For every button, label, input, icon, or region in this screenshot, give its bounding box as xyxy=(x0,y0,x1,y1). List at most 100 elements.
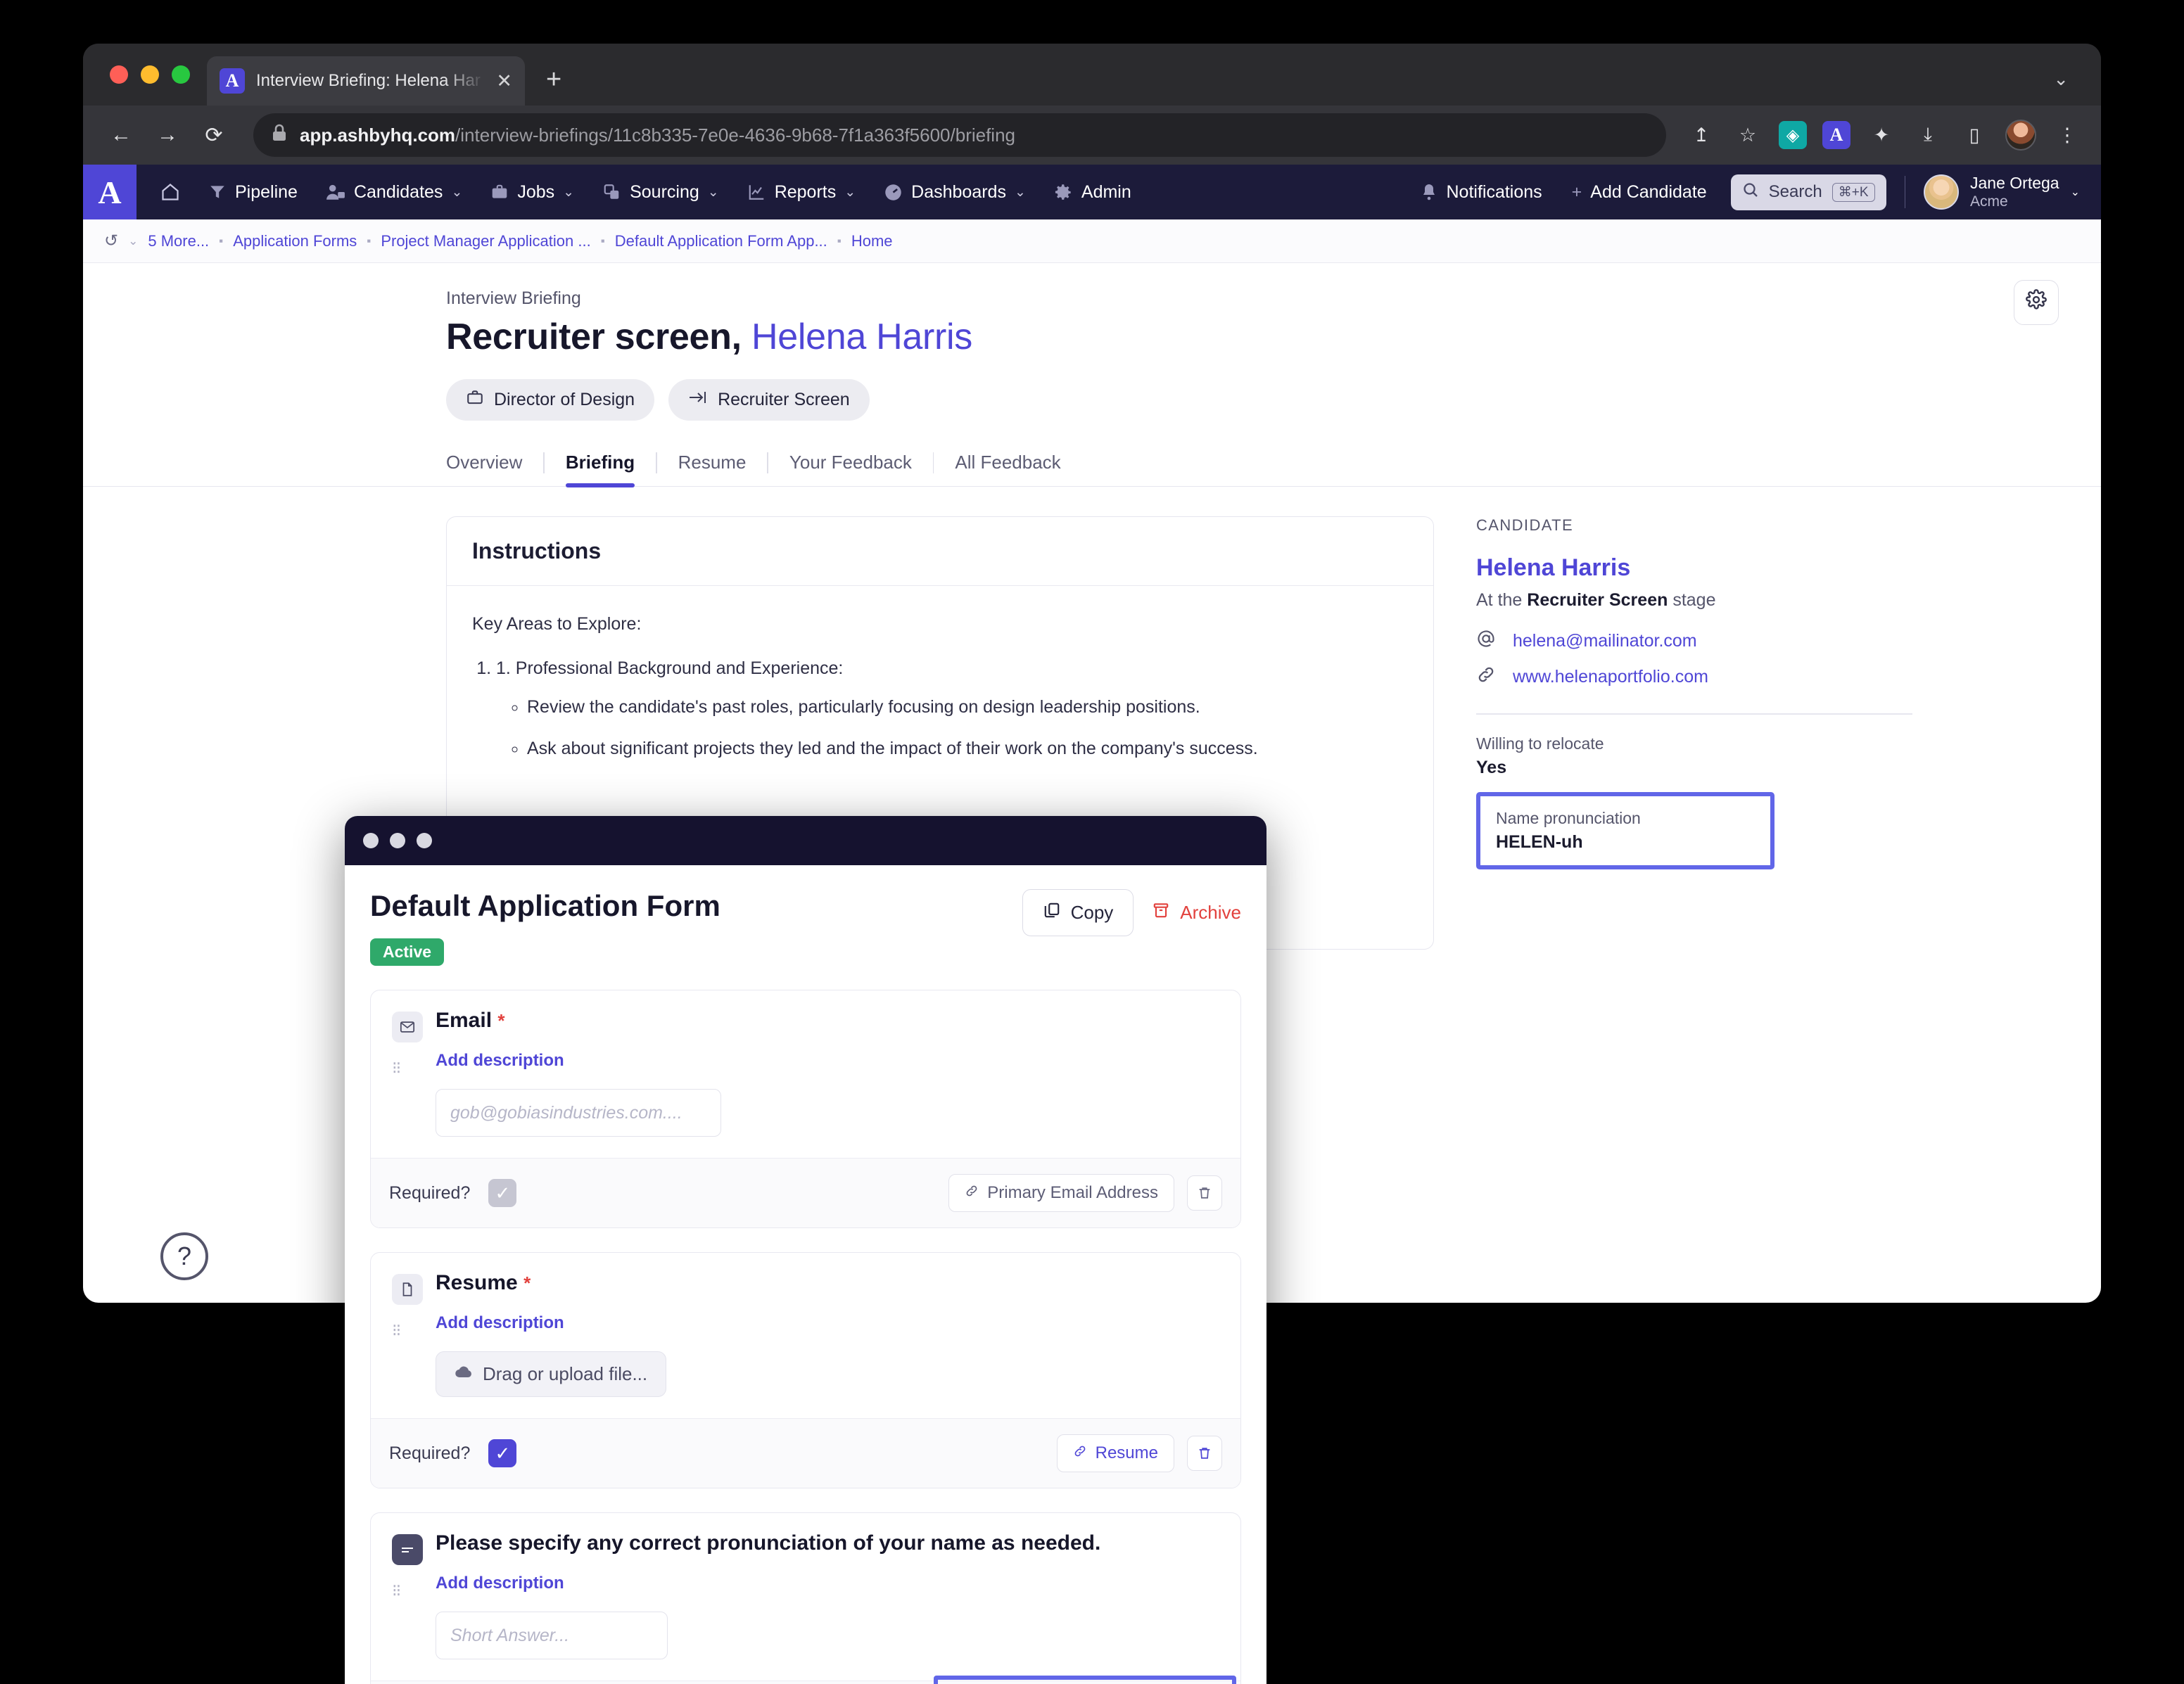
document-icon xyxy=(392,1274,423,1305)
minimize-window-button[interactable] xyxy=(390,833,405,848)
nav-item-admin[interactable]: Admin xyxy=(1040,165,1145,219)
tab-title: Interview Briefing: Helena Har xyxy=(256,71,485,91)
share-icon[interactable]: ↥ xyxy=(1686,120,1717,151)
chip-job[interactable]: Director of Design xyxy=(446,379,654,421)
question-footer-actions: Resume xyxy=(1057,1434,1222,1472)
add-description-link[interactable]: Add description xyxy=(436,1051,564,1070)
puzzle-extensions-icon[interactable]: ✦ xyxy=(1866,120,1897,151)
link-icon xyxy=(1073,1443,1087,1463)
candidate-website-link[interactable]: www.helenaportfolio.com xyxy=(1513,667,1708,687)
reload-button[interactable]: ⟳ xyxy=(194,115,234,155)
tab-your-feedback[interactable]: Your Feedback xyxy=(768,452,933,486)
drag-handle-icon[interactable]: ⁝⁝ xyxy=(392,1326,400,1335)
field-value: HELEN-uh xyxy=(1496,832,1755,853)
breadcrumb-item-project-manager[interactable]: Project Manager Application ... xyxy=(381,232,590,250)
tab-search-chevron-down-icon[interactable]: ⌄ xyxy=(2053,68,2069,90)
stage-suffix: stage xyxy=(1668,590,1715,610)
application-form-window: Default Application Form Active Copy Arc… xyxy=(345,816,1266,1684)
chip-stage[interactable]: Recruiter Screen xyxy=(668,379,870,421)
downloads-icon[interactable]: ⤓ xyxy=(1912,120,1943,151)
archive-button[interactable]: Archive xyxy=(1152,901,1241,924)
breadcrumb-separator: ▪ xyxy=(601,234,605,248)
question-footer: Required? ✓ Primary Email Address xyxy=(371,1158,1240,1227)
instructions-bullet: Review the candidate's past roles, parti… xyxy=(527,697,1408,717)
nav-item-candidates[interactable]: Candidates ⌄ xyxy=(312,165,476,219)
tab-briefing[interactable]: Briefing xyxy=(545,452,656,486)
nav-item-home[interactable] xyxy=(146,165,194,219)
short-answer-input-preview[interactable]: Short Answer... xyxy=(436,1612,668,1659)
tab-resume[interactable]: Resume xyxy=(657,452,768,486)
tab-overview[interactable]: Overview xyxy=(446,452,543,486)
candidate-website-row: www.helenaportfolio.com xyxy=(1476,665,1912,689)
side-panel-icon[interactable]: ▯ xyxy=(1959,120,1990,151)
extension-teal-icon[interactable]: ◈ xyxy=(1779,121,1807,149)
maximize-window-button[interactable] xyxy=(417,833,432,848)
user-name: Jane Ortega xyxy=(1970,174,2059,192)
nav-item-pipeline[interactable]: Pipeline xyxy=(194,165,312,219)
tab-all-feedback[interactable]: All Feedback xyxy=(934,452,1081,486)
breadcrumb-item-more[interactable]: 5 More... xyxy=(148,232,209,250)
drag-handle-icon[interactable]: ⁝⁝ xyxy=(392,1064,400,1073)
breadcrumb-item-default-application-form[interactable]: Default Application Form App... xyxy=(615,232,827,250)
copy-button[interactable]: Copy xyxy=(1022,889,1134,936)
question-header: Resume * xyxy=(392,1271,1219,1305)
maximize-window-button[interactable] xyxy=(172,65,190,84)
bookmark-star-icon[interactable]: ☆ xyxy=(1732,120,1763,151)
user-menu-button[interactable]: Jane Ortega Acme ⌄ xyxy=(1924,174,2080,210)
back-button[interactable]: ← xyxy=(101,115,141,155)
question-description-row: Add description xyxy=(436,1574,1219,1593)
add-candidate-button[interactable]: + Add Candidate xyxy=(1566,165,1713,219)
breadcrumb-item-application-forms[interactable]: Application Forms xyxy=(233,232,357,250)
question-title: Email * xyxy=(436,1009,505,1033)
candidate-email-link[interactable]: helena@mailinator.com xyxy=(1513,631,1697,651)
help-button[interactable]: ? xyxy=(160,1232,208,1280)
browser-tab[interactable]: A Interview Briefing: Helena Har ✕ xyxy=(207,56,525,106)
required-checkbox[interactable]: ✓ xyxy=(488,1179,516,1207)
chevron-down-icon[interactable]: ⌄ xyxy=(128,234,138,248)
search-label: Search xyxy=(1769,182,1822,202)
extension-ashby-icon[interactable]: A xyxy=(1822,121,1850,149)
nav-label-admin: Admin xyxy=(1081,182,1131,203)
notifications-button[interactable]: Notifications xyxy=(1415,165,1547,219)
page-tabs: Overview Briefing Resume Your Feedback A… xyxy=(83,452,2101,487)
history-icon[interactable]: ↺ xyxy=(104,231,118,251)
mapped-field-pill[interactable]: Primary Email Address xyxy=(948,1174,1174,1212)
new-tab-button[interactable]: + xyxy=(546,66,561,93)
address-bar[interactable]: app.ashbyhq.com/interview-briefings/11c8… xyxy=(253,113,1666,157)
at-icon xyxy=(1476,629,1497,653)
close-window-button[interactable] xyxy=(363,833,379,848)
breadcrumb-item-home[interactable]: Home xyxy=(851,232,893,250)
chrome-profile-avatar[interactable] xyxy=(2005,120,2036,151)
delete-question-button[interactable] xyxy=(1187,1175,1222,1211)
delete-question-button[interactable] xyxy=(1187,1436,1222,1471)
page-title-candidate[interactable]: Helena Harris xyxy=(751,317,972,357)
add-description-link[interactable]: Add description xyxy=(436,1574,564,1593)
add-candidate-label: Add Candidate xyxy=(1590,182,1706,203)
nav-item-jobs[interactable]: Jobs ⌄ xyxy=(476,165,588,219)
page-settings-button[interactable] xyxy=(2014,280,2059,325)
mapped-field-pill[interactable]: Resume xyxy=(1057,1434,1174,1472)
nav-item-dashboards[interactable]: Dashboards ⌄ xyxy=(870,165,1040,219)
add-description-link[interactable]: Add description xyxy=(436,1313,564,1332)
stage-name: Recruiter Screen xyxy=(1527,590,1668,610)
modal-title-bar[interactable] xyxy=(345,816,1266,865)
breadcrumb-separator: ▪ xyxy=(219,234,223,248)
question-footer: Required? ✓ Resume xyxy=(371,1418,1240,1488)
close-window-button[interactable] xyxy=(110,65,128,84)
search-button[interactable]: Search ⌘+K xyxy=(1731,174,1886,210)
chrome-menu-icon[interactable]: ⋮ xyxy=(2052,120,2083,151)
required-marker: * xyxy=(523,1272,531,1294)
minimize-window-button[interactable] xyxy=(141,65,159,84)
candidate-field-name-pronunciation: Name pronunciation HELEN-uh xyxy=(1476,792,1775,869)
file-upload-button[interactable]: Drag or upload file... xyxy=(436,1351,666,1397)
nav-item-sourcing[interactable]: Sourcing ⌄ xyxy=(588,165,733,219)
candidate-name-link[interactable]: Helena Harris xyxy=(1476,554,1912,582)
forward-button[interactable]: → xyxy=(148,115,187,155)
drag-handle-icon[interactable]: ⁝⁝ xyxy=(392,1586,400,1595)
email-input-preview[interactable]: gob@gobiasindustries.com.... xyxy=(436,1089,721,1137)
nav-item-reports[interactable]: Reports ⌄ xyxy=(733,165,870,219)
sourcing-icon xyxy=(602,183,621,201)
ashby-logo-icon[interactable]: A xyxy=(83,165,136,219)
close-tab-icon[interactable]: ✕ xyxy=(496,72,512,91)
required-checkbox[interactable]: ✓ xyxy=(488,1439,516,1467)
